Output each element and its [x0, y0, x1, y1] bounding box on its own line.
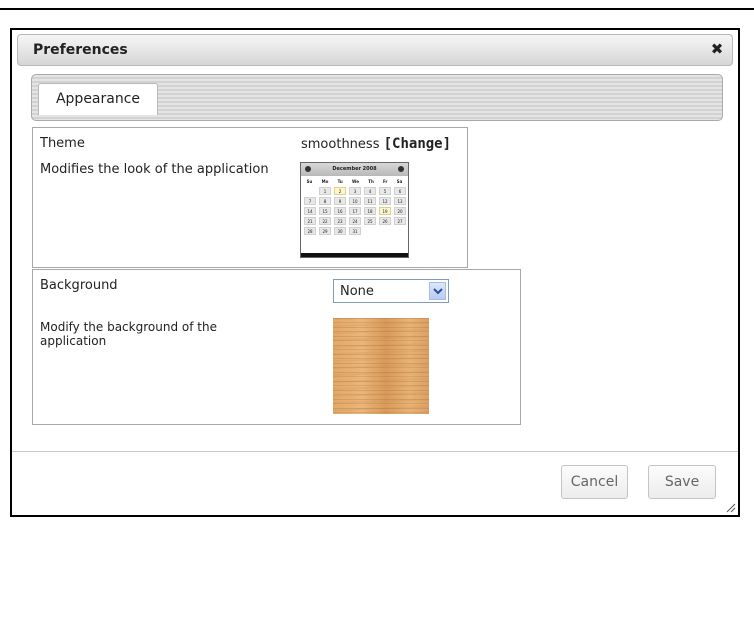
theme-description: Modifies the look of the application — [40, 162, 269, 177]
tab-bar: Appearance — [31, 74, 723, 121]
calendar-weekday: Su — [306, 179, 313, 184]
calendar-day: 18 — [364, 207, 376, 215]
calendar-weekday: Mo — [321, 179, 329, 184]
dialog-titlebar[interactable]: Preferences ✖ — [17, 34, 733, 66]
background-select[interactable]: None — [333, 279, 449, 303]
calendar-day: 27 — [394, 217, 406, 225]
resize-grip-icon[interactable] — [724, 501, 736, 513]
calendar-day: 14 — [304, 207, 316, 215]
calendar-day: 7 — [304, 197, 316, 205]
theme-value: smoothness — [301, 137, 380, 152]
calendar-day: 29 — [319, 227, 331, 235]
calendar-day: 23 — [334, 217, 346, 225]
calendar-day: 3 — [349, 187, 361, 195]
calendar-prev-icon — [305, 166, 311, 172]
calendar-month: December 2008 — [332, 166, 377, 172]
calendar-day: 17 — [349, 207, 361, 215]
calendar-day: 11 — [364, 197, 376, 205]
chevron-down-icon[interactable] — [429, 282, 446, 300]
calendar-day: 26 — [379, 217, 391, 225]
calendar-day: 12 — [379, 197, 391, 205]
cancel-button[interactable]: Cancel — [561, 465, 628, 499]
calendar-weekday: Th — [368, 179, 374, 184]
calendar-day: 19 — [379, 207, 391, 215]
calendar-weekday: Tu — [337, 179, 343, 184]
calendar-weekday: We — [351, 179, 359, 184]
calendar-grid: 1 2 3 4 5 6 7 8 9 10 11 12 13 14 15 16 17 18 19 20 21 22 23 24 2… — [301, 185, 408, 237]
calendar-day: 6 — [394, 187, 406, 195]
calendar-day: 10 — [349, 197, 361, 205]
calendar-weekday: Sa — [396, 179, 403, 184]
dialog-title: Preferences — [33, 42, 128, 58]
footer-divider — [12, 451, 738, 452]
calendar-day: 13 — [394, 197, 406, 205]
preferences-dialog: Preferences ✖ Appearance Theme Modifies … — [10, 28, 740, 517]
calendar-day: 22 — [319, 217, 331, 225]
calendar-day: 4 — [364, 187, 376, 195]
background-section: Background Modify the background of the … — [32, 269, 521, 425]
calendar-day: 20 — [394, 207, 406, 215]
calendar-day: 9 — [334, 197, 346, 205]
close-icon[interactable]: ✖ — [708, 39, 726, 59]
calendar-weekdays: Su Mo Tu We Th Fr Sa — [301, 176, 408, 185]
background-label: Background — [40, 278, 118, 293]
calendar-day: 21 — [304, 217, 316, 225]
calendar-day: 5 — [379, 187, 391, 195]
calendar-day: 15 — [319, 207, 331, 215]
background-preview-image — [333, 318, 429, 414]
calendar-day: 16 — [334, 207, 346, 215]
calendar-weekday: Fr — [383, 179, 388, 184]
calendar-day: 8 — [319, 197, 331, 205]
background-select-value: None — [340, 284, 374, 299]
theme-value-line: smoothness [Change] — [301, 136, 451, 152]
calendar-day: 31 — [349, 227, 361, 235]
background-description: Modify the background of the application — [40, 320, 217, 348]
calendar-day: 25 — [364, 217, 376, 225]
change-theme-link[interactable]: [Change] — [384, 136, 451, 152]
calendar-day: 2 — [334, 187, 346, 195]
calendar-day: 24 — [349, 217, 361, 225]
calendar-day: 1 — [319, 187, 331, 195]
calendar-header: December 2008 — [301, 163, 408, 176]
tab-appearance[interactable]: Appearance — [38, 83, 158, 115]
save-button[interactable]: Save — [648, 465, 716, 499]
top-rule — [0, 8, 754, 10]
theme-section: Theme Modifies the look of the applicati… — [32, 127, 468, 268]
calendar-day: 28 — [304, 227, 316, 235]
theme-label: Theme — [40, 136, 85, 151]
calendar-next-icon — [398, 166, 404, 172]
calendar-footer — [301, 253, 408, 257]
calendar-day: 30 — [334, 227, 346, 235]
theme-preview-calendar[interactable]: December 2008 Su Mo Tu We Th Fr Sa 1 2 3 4 5 6 7 8 9 10… — [300, 162, 409, 258]
